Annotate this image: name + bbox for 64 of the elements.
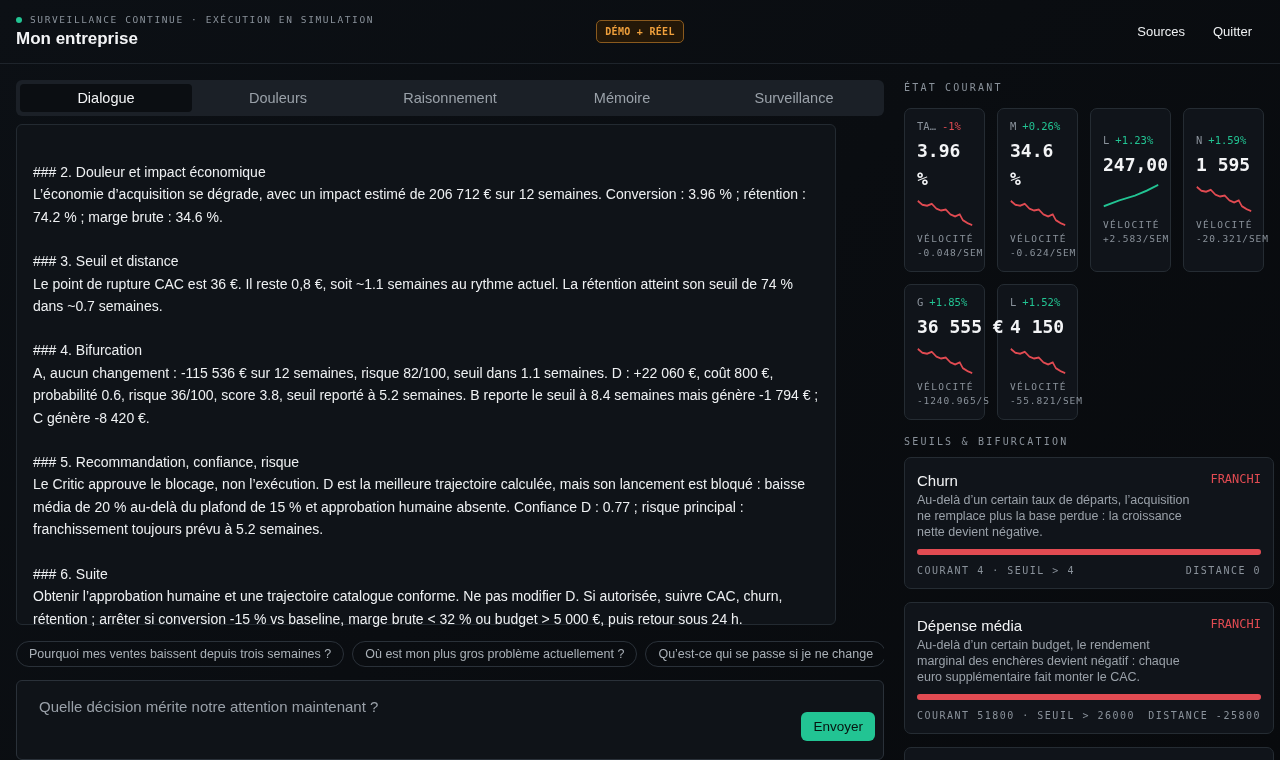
threshold-status: FRANCHI <box>1210 617 1261 631</box>
velocity-label: VÉLOCITÉ <box>1103 218 1160 232</box>
velocity-label: VÉLOCITÉ <box>917 380 974 394</box>
section-heading: ### 3. Seuil et distance <box>33 252 180 272</box>
metric-label: L <box>1103 134 1110 146</box>
section-text: L’économie d’acquisition se dégrade, avec un impact estimé de 206 712 € sur 12 semaines. Conversion : 3.96 % ; rétention : 74.2 % ; marge brute : 34.6 %. <box>33 185 807 227</box>
velocity-value: +2.583/SEM <box>1103 232 1170 246</box>
tab[interactable]: Dialogue <box>20 84 192 112</box>
section-text: A, aucun changement : -115 536 € sur 12 semaines, risque 82/100, seuil dans 1.1 semaines. D : +22 060 €, coût 800 €, probabilité 0.6, risque 36/100, score 3.8, seuil reporté à 5.2 semaines. B reporte le seuil à 8.4 semaines mais génère -1 794 € ; C génère -8 420 €. <box>33 363 819 428</box>
tab[interactable]: Raisonnement <box>364 84 536 112</box>
velocity-value: -0.048/SEM <box>917 246 984 260</box>
section-heading: ### 2. Douleur et impact économique <box>33 163 267 182</box>
metric-value: 34.6 % <box>1010 139 1054 191</box>
threshold-reading: COURANT 51800 · SEUIL > 26000 <box>917 710 1136 721</box>
metric-change: +0.26% <box>1022 120 1061 132</box>
threshold-status: FRANCHI <box>1210 472 1261 486</box>
metric-label: TA… <box>917 120 936 132</box>
threshold-reading: COURANT 4 · SEUIL > 4 <box>917 565 1075 576</box>
metric-change: +1.85% <box>929 296 968 308</box>
metric-change: -1% <box>941 120 961 132</box>
metric-value: 247,00 <box>1103 153 1169 177</box>
section-title: SEUILS & BIFURCATION <box>904 436 1070 447</box>
velocity-value: -1240.965/S <box>917 394 990 408</box>
section-text: Le point de rupture CAC est 36 €. Il reste 0,8 €, soit ~1.1 semaines au rythme actuel. La rétention atteint son seuil de 74 % dans ~0.7 semaines. <box>33 274 794 317</box>
metric-value: 36 555 € <box>917 315 1004 339</box>
velocity-label: VÉLOCITÉ <box>1010 380 1067 394</box>
tab[interactable]: Douleurs <box>192 84 364 112</box>
section-title: ÉTAT COURANT <box>904 82 1004 93</box>
threshold-name: Dépense média <box>917 617 1023 634</box>
velocity-label: VÉLOCITÉ <box>917 232 974 246</box>
mode-badge: DÉMO + RÉEL <box>596 20 684 43</box>
threshold-distance: DISTANCE -25800 <box>1148 710 1261 721</box>
company-title: Mon entreprise <box>16 29 139 49</box>
velocity-value: -20.321/SEM <box>1196 232 1269 246</box>
metric-change: +1.59% <box>1208 134 1247 146</box>
metric-value: 4 150 <box>1010 315 1065 339</box>
metric-label: L <box>1010 296 1017 308</box>
section-heading: ### 6. Suite <box>33 564 109 584</box>
threshold-distance: DISTANCE 0 <box>1185 565 1261 576</box>
tab[interactable]: Mémoire <box>536 84 708 112</box>
metric-label: G <box>917 296 924 308</box>
tab[interactable]: Surveillance <box>708 84 880 112</box>
metric-value: 1 595 <box>1196 153 1251 177</box>
threshold-name: Churn <box>917 472 958 489</box>
velocity-value: -0.624/SEM <box>1010 246 1077 260</box>
threshold-description: Au-delà d’un certain budget, le rendement marginal des enchères devient négatif : chaque euro supplémentaire fait monter le CAC. <box>917 637 1181 685</box>
section-text: Le Critic approuve le blocage, non l’exécution. D est la meilleure trajectoire calculée, mais son lancement est bloqué : baisse média de 20 % au-delà du plafond de 15 % et approbation humaine absente. Confiance D : 0.77 ; risque principal : franchissement toujours prévu à 5.2 semaines. <box>33 475 806 540</box>
section-heading: ### 5. Recommandation, confiance, risque <box>33 453 301 473</box>
status-text: SURVEILLANCE CONTINUE · EXÉCUTION EN SIMULATION <box>30 14 374 25</box>
message-composer[interactable]: Quelle décision mérite notre attention maintenant ? Envoyer <box>16 680 884 760</box>
header-button[interactable]: Sources <box>1125 18 1197 45</box>
section-text: Obtenir l’approbation humaine et une trajectoire catalogue conforme. Ne pas modifier D. Si autorisée, suivre CAC, churn, rétention ; arrêter si conversion -15 % vs baseline, marge brute < 32 % ou budget > 5 000 €, puis retour sous 24 h. <box>33 587 784 629</box>
velocity-label: VÉLOCITÉ <box>1010 232 1067 246</box>
velocity-label: VÉLOCITÉ <box>1196 218 1253 232</box>
section-heading: ### 4. Bifurcation <box>33 341 143 361</box>
metric-label: M <box>1010 120 1017 132</box>
metric-label: N <box>1196 134 1203 146</box>
send-button[interactable]: Envoyer <box>801 712 875 741</box>
metric-change: +1.52% <box>1022 296 1061 308</box>
velocity-value: -55.821/SEM <box>1010 394 1083 408</box>
metric-value: 3.96 % <box>917 139 961 191</box>
threshold-description: Au-delà d’un certain taux de départs, l’acquisition ne remplace plus la base perdue : la croissance nette devient négative. <box>917 492 1191 540</box>
header-button[interactable]: Quitter <box>1201 18 1264 45</box>
metric-change: +1.23% <box>1115 134 1154 146</box>
